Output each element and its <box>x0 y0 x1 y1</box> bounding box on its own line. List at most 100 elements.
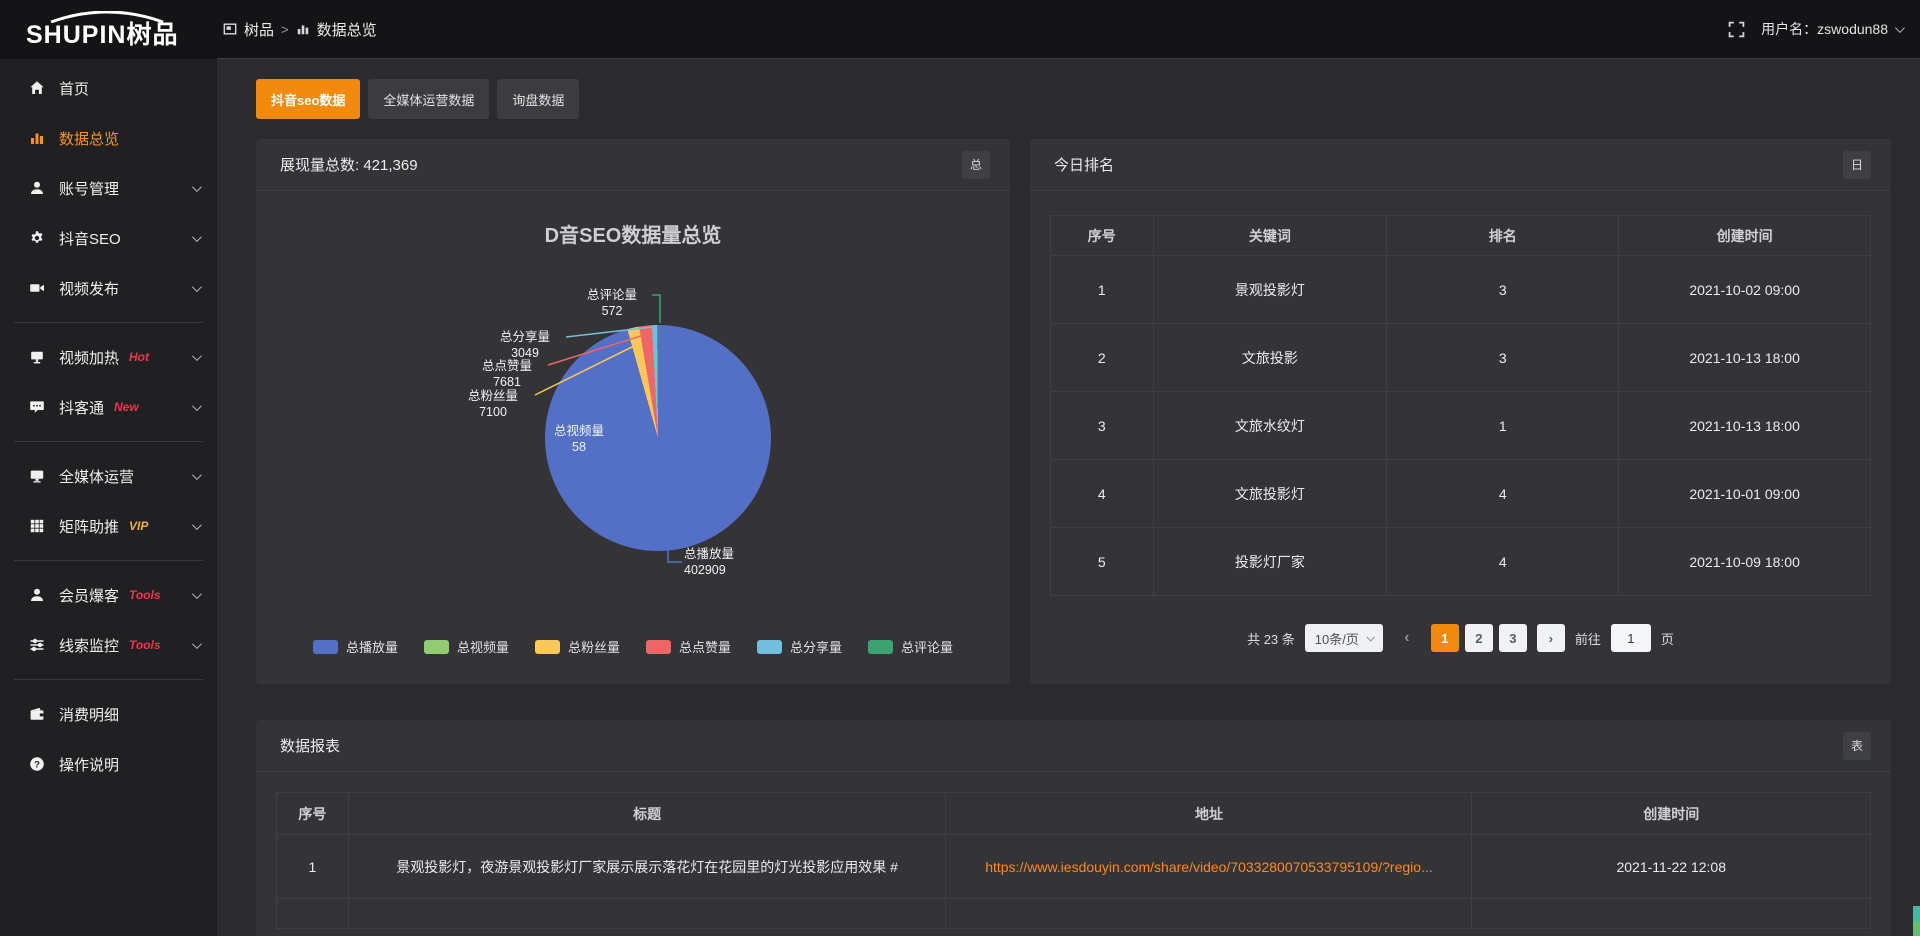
sidebar-item-doukotong[interactable]: 抖客通New <box>0 382 217 432</box>
legend-item[interactable]: 总评论量 <box>868 637 953 656</box>
sidebar-item-account[interactable]: 账号管理 <box>0 163 217 213</box>
table-cell: 1 <box>277 835 349 899</box>
chart-legend: 总播放量 总视频量 总粉丝量 总点赞量 总分享量 总评论量 <box>256 637 1010 656</box>
sidebar-item-help[interactable]: ?操作说明 <box>0 739 217 789</box>
legend-item[interactable]: 总视频量 <box>424 637 509 656</box>
sidebar-item-tag: Tools <box>129 638 161 652</box>
sidebar-item-tag: Tools <box>129 588 161 602</box>
ranking-table: 序号关键词排名创建时间 1景观投影灯32021-10-02 09:002文旅投影… <box>1050 215 1871 596</box>
logo-text: SHUPIN树品 <box>26 23 217 48</box>
legend-item[interactable]: 总点赞量 <box>646 637 731 656</box>
report-card: 数据报表 表 序号标题地址创建时间 1景观投影灯，夜游景观投影灯厂家展示展示落花… <box>256 720 1891 936</box>
tab-1[interactable]: 全媒体运营数据 <box>368 79 489 119</box>
goto-unit: 页 <box>1661 629 1674 648</box>
legend-item[interactable]: 总分享量 <box>757 637 842 656</box>
chevron-down-icon <box>1895 23 1905 33</box>
fullscreen-icon[interactable] <box>1728 21 1745 38</box>
video-icon <box>28 280 45 297</box>
legend-swatch <box>646 640 671 654</box>
sidebar-item-label: 抖音SEO <box>59 228 121 249</box>
page-button-3[interactable]: 3 <box>1499 624 1527 652</box>
table-cell: 2021-10-09 18:00 <box>1619 528 1871 596</box>
prev-page-button[interactable]: ‹ <box>1393 624 1421 652</box>
sidebar-item-label: 视频发布 <box>59 278 119 299</box>
column-header: 创建时间 <box>1619 216 1871 256</box>
screen-icon <box>28 349 45 366</box>
sidebar-item-label: 矩阵助推 <box>59 516 119 537</box>
video-link[interactable]: https://www.iesdouyin.com/share/video/70… <box>985 859 1433 875</box>
sidebar-item-expense[interactable]: 消费明细 <box>0 689 217 739</box>
table-badge[interactable]: 表 <box>1843 732 1871 760</box>
sidebar-item-label: 抖客通 <box>59 397 104 418</box>
table-cell: 1 <box>1051 256 1154 324</box>
svg-text:?: ? <box>34 759 40 770</box>
page-button-1[interactable]: 1 <box>1431 624 1459 652</box>
edge-widget[interactable] <box>1913 906 1920 936</box>
pie-label-videos: 总视频量58 <box>539 423 619 455</box>
chevron-down-icon <box>192 401 202 411</box>
grid-icon <box>28 518 45 535</box>
sidebar-item-label: 账号管理 <box>59 178 119 199</box>
user-menu[interactable]: 用户名：zswodun88 <box>1761 19 1902 39</box>
table-cell: 5 <box>1051 528 1154 596</box>
sidebar-item-member-baoke[interactable]: 会员爆客 Tools <box>0 570 217 620</box>
tab-0[interactable]: 抖音seo数据 <box>256 79 360 119</box>
sidebar-item-data-overview[interactable]: 数据总览 <box>0 113 217 163</box>
chevron-down-icon <box>1366 633 1374 641</box>
tab-bar: 抖音seo数据全媒体运营数据询盘数据 <box>256 79 1893 119</box>
column-header: 序号 <box>1051 216 1154 256</box>
logo: SHUPIN树品 <box>0 0 217 59</box>
page-button-2[interactable]: 2 <box>1465 624 1493 652</box>
table-cell: 文旅投影 <box>1153 324 1387 392</box>
goto-page-input[interactable] <box>1611 624 1651 652</box>
sidebar-item-media-ops[interactable]: 全媒体运营 <box>0 451 217 501</box>
breadcrumb-root[interactable]: 树品 <box>244 19 274 40</box>
sidebar-divider <box>14 679 203 680</box>
legend-item[interactable]: 总粉丝量 <box>535 637 620 656</box>
chevron-down-icon <box>192 589 202 599</box>
sidebar-item-label: 会员爆客 <box>59 585 119 606</box>
table-cell: 投影灯厂家 <box>1153 528 1387 596</box>
sidebar-item-video-publish[interactable]: 视频发布 <box>0 263 217 313</box>
chevron-down-icon <box>192 470 202 480</box>
home-icon <box>28 80 45 97</box>
table-cell: 3 <box>1387 256 1619 324</box>
question-icon: ? <box>28 756 45 773</box>
table-cell: 4 <box>1387 460 1619 528</box>
user-icon <box>28 587 45 604</box>
legend-item[interactable]: 总播放量 <box>313 637 398 656</box>
sidebar-item-tag: VIP <box>129 519 148 533</box>
page-size-select[interactable]: 10条/页 <box>1305 624 1383 652</box>
monitor-icon <box>28 468 45 485</box>
ranking-table-body: 1景观投影灯32021-10-02 09:002文旅投影32021-10-13 … <box>1051 256 1871 596</box>
table-cell: 2021-10-02 09:00 <box>1619 256 1871 324</box>
sidebar-item-tag: Hot <box>129 350 149 364</box>
ranking-header-row: 序号关键词排名创建时间 <box>1051 216 1871 256</box>
ranking-card-title: 今日排名 <box>1054 154 1114 175</box>
next-page-button[interactable]: › <box>1537 624 1565 652</box>
main-content: 抖音seo数据全媒体运营数据询盘数据 展现量总数: 421,369 总 D音SE… <box>217 59 1920 936</box>
report-table-body: 1景观投影灯，夜游景观投影灯厂家展示展示落花灯在花园里的灯光投影应用效果 # ht… <box>277 835 1871 929</box>
pie-chart: D音SEO数据量总览 总评论量572 总分享量3049 <box>256 191 1010 683</box>
sidebar-item-douyin-seo[interactable]: 抖音SEO <box>0 213 217 263</box>
wallet-icon <box>28 706 45 723</box>
sidebar-item-video-heat[interactable]: 视频加热Hot <box>0 332 217 382</box>
legend-swatch <box>757 640 782 654</box>
sidebar-item-clue-monitor[interactable]: 线索监控Tools <box>0 620 217 670</box>
tab-2[interactable]: 询盘数据 <box>497 79 579 119</box>
day-badge[interactable]: 日 <box>1843 151 1871 179</box>
sidebar-item-home[interactable]: 首页 <box>0 63 217 113</box>
root-icon <box>223 22 237 36</box>
table-cell: 文旅水纹灯 <box>1153 392 1387 460</box>
table-cell: 景观投影灯，夜游景观投影灯厂家展示展示落花灯在花园里的灯光投影应用效果 # <box>348 835 946 899</box>
total-badge[interactable]: 总 <box>962 151 990 179</box>
sidebar-item-label: 全媒体运营 <box>59 466 134 487</box>
breadcrumb: 树品 > 数据总览 <box>223 19 377 40</box>
column-header: 关键词 <box>1153 216 1387 256</box>
user-icon <box>28 180 45 197</box>
chevron-down-icon <box>192 351 202 361</box>
sidebar-divider <box>14 322 203 323</box>
sidebar-item-matrix-boost[interactable]: 矩阵助推 VIP <box>0 501 217 551</box>
table-cell: 2021-10-13 18:00 <box>1619 392 1871 460</box>
breadcrumb-current: 数据总览 <box>317 19 377 40</box>
